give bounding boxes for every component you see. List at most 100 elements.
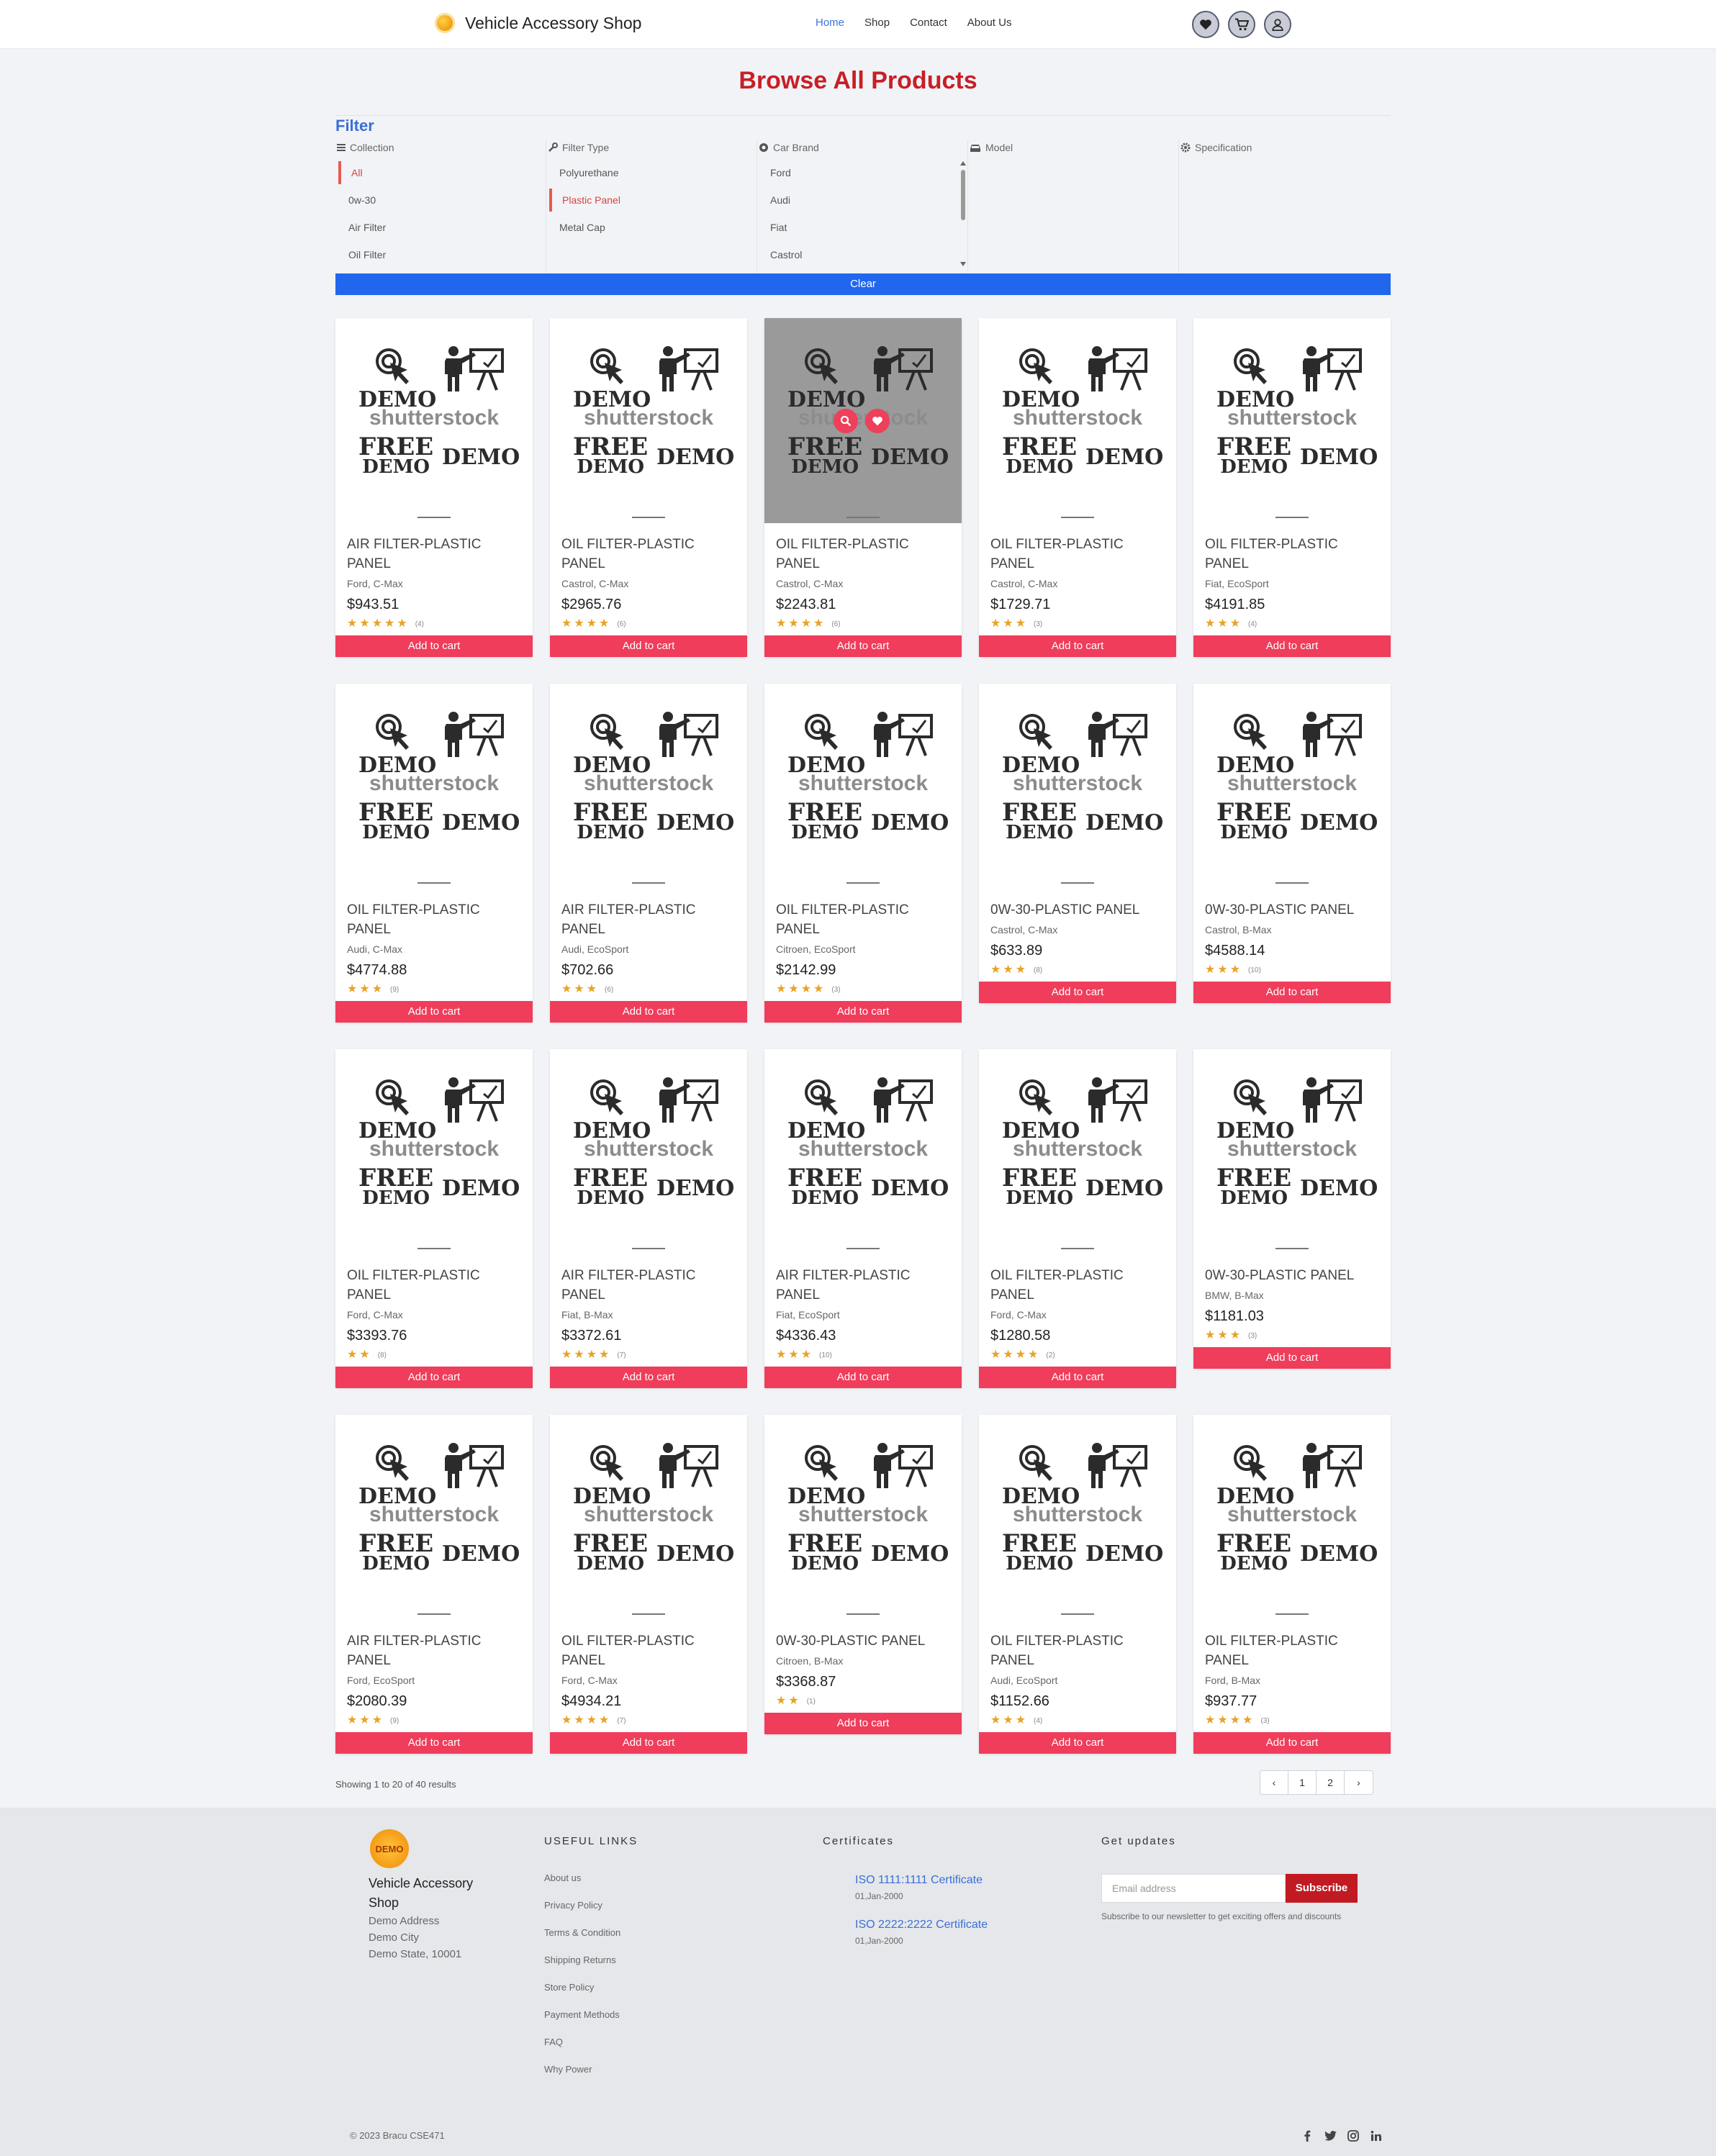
product-image[interactable]: DEMO shutterstock FREE DEMO DEMO xyxy=(335,1415,533,1620)
add-to-cart-button[interactable]: Add to cart xyxy=(1193,1347,1391,1369)
nav-home[interactable]: Home xyxy=(816,17,844,29)
product-image[interactable]: DEMO shutterstock FREE DEMO DEMO xyxy=(764,1049,962,1254)
twitter-icon[interactable] xyxy=(1323,2129,1337,2143)
add-to-cart-button[interactable]: Add to cart xyxy=(335,1001,533,1023)
footer-link-faq[interactable]: FAQ xyxy=(544,2037,620,2064)
add-to-cart-button[interactable]: Add to cart xyxy=(550,1367,747,1388)
product-name[interactable]: OIL FILTER-PLASTIC PANEL xyxy=(1205,535,1379,574)
cart-icon[interactable] xyxy=(1228,11,1255,38)
product-image[interactable]: DEMO shutterstock FREE DEMO DEMO xyxy=(764,1415,962,1620)
add-to-cart-button[interactable]: Add to cart xyxy=(979,982,1176,1003)
add-to-cart-button[interactable]: Add to cart xyxy=(1193,635,1391,657)
filter-option-ford[interactable]: Ford xyxy=(760,161,791,184)
linkedin-icon[interactable] xyxy=(1369,2129,1383,2143)
product-card[interactable]: DEMO shutterstock FREE DEMO DEMO AIR FILTER-P… xyxy=(764,1049,962,1388)
product-image[interactable]: DEMO shutterstock FREE DEMO DEMO xyxy=(335,318,533,523)
product-image[interactable]: DEMO shutterstock FREE DEMO DEMO xyxy=(979,684,1176,889)
add-to-cart-button[interactable]: Add to cart xyxy=(335,635,533,657)
product-name[interactable]: 0W-30-PLASTIC PANEL xyxy=(1205,1266,1379,1285)
brand[interactable]: Vehicle Accessory Shop xyxy=(435,13,641,33)
filter-option-oil-filter[interactable]: Oil Filter xyxy=(338,243,386,266)
heart-icon[interactable] xyxy=(1192,11,1219,38)
product-name[interactable]: OIL FILTER-PLASTIC PANEL xyxy=(990,1631,1165,1670)
product-image[interactable]: DEMO shutterstock FREE DEMO DEMO xyxy=(1193,1049,1391,1254)
product-card[interactable]: DEMO shutterstock FREE DEMO DEMO OIL FILTER-P… xyxy=(335,1049,533,1388)
product-card[interactable]: DEMO shutterstock FREE DEMO DEMO OIL FILTER-P… xyxy=(335,684,533,1023)
add-to-cart-button[interactable]: Add to cart xyxy=(979,1732,1176,1754)
product-name[interactable]: OIL FILTER-PLASTIC PANEL xyxy=(561,1631,736,1670)
facebook-icon[interactable] xyxy=(1300,2129,1314,2143)
user-icon[interactable] xyxy=(1264,11,1291,38)
product-card[interactable]: DEMO shutterstock FREE DEMO DEMO 0W-30-PLASTI… xyxy=(1193,1049,1391,1369)
product-image[interactable]: DEMO shutterstock FREE DEMO DEMO xyxy=(1193,684,1391,889)
product-name[interactable]: AIR FILTER-PLASTIC PANEL xyxy=(561,900,736,939)
product-name[interactable]: 0W-30-PLASTIC PANEL xyxy=(1205,900,1379,920)
product-image[interactable]: DEMO shutterstock FREE DEMO DEMO xyxy=(550,684,747,889)
filter-option-fiat[interactable]: Fiat xyxy=(760,216,787,239)
product-image[interactable]: DEMO shutterstock FREE DEMO DEMO xyxy=(1193,318,1391,523)
product-image[interactable]: DEMO shutterstock FREE DEMO DEMO xyxy=(1193,1415,1391,1620)
pagination-page-1[interactable]: 1 xyxy=(1288,1771,1317,1794)
product-card[interactable]: DEMO shutterstock FREE DEMO DEMO 0W-30-PLASTI… xyxy=(979,684,1176,1003)
product-card[interactable]: DEMO shutterstock FREE DEMO DEMO AIR FILTER-P… xyxy=(335,318,533,657)
add-to-cart-button[interactable]: Add to cart xyxy=(1193,982,1391,1003)
add-to-cart-button[interactable]: Add to cart xyxy=(764,1367,962,1388)
product-card[interactable]: DEMO shutterstock FREE DEMO DEMO 0W-30-PLASTI… xyxy=(764,1415,962,1734)
product-image[interactable]: DEMO shutterstock FREE DEMO DEMO xyxy=(550,318,747,523)
product-image[interactable]: DEMO shutterstock FREE DEMO DEMO xyxy=(335,684,533,889)
footer-link-store-policy[interactable]: Store Policy xyxy=(544,1982,620,2009)
email-input[interactable]: Email address xyxy=(1101,1874,1286,1903)
filter-option-0w-30[interactable]: 0w-30 xyxy=(338,189,376,212)
clear-filter-button[interactable]: Clear xyxy=(335,273,1391,295)
product-image[interactable]: DEMO shutterstock FREE DEMO DEMO xyxy=(335,1049,533,1254)
add-to-cart-button[interactable]: Add to cart xyxy=(979,635,1176,657)
product-image[interactable]: DEMO shutterstock FREE DEMO DEMO xyxy=(979,318,1176,523)
scroll-thumb[interactable] xyxy=(961,170,965,220)
instagram-icon[interactable] xyxy=(1346,2129,1360,2143)
pagination-page-2[interactable]: 2 xyxy=(1317,1771,1345,1794)
product-card[interactable]: DEMO shutterstock FREE DEMO DEMO OIL FILTER-P… xyxy=(550,318,747,657)
add-to-cart-button[interactable]: Add to cart xyxy=(550,1732,747,1754)
product-card[interactable]: DEMO shutterstock FREE DEMO DEMO OIL FILTER-P… xyxy=(1193,1415,1391,1754)
add-to-cart-button[interactable]: Add to cart xyxy=(335,1732,533,1754)
certificate-link[interactable]: ISO 2222:2222 Certificate xyxy=(855,1919,988,1931)
filter-option-all[interactable]: All xyxy=(338,161,363,184)
product-card[interactable]: DEMO shutterstock FREE DEMO DEMO AIR FILTER-P… xyxy=(550,1049,747,1388)
product-card[interactable]: DEMO shutterstock FREE DEMO DEMO OIL FILTER-P… xyxy=(1193,318,1391,657)
product-card[interactable]: DEMO shutterstock FREE DEMO DEMO OIL FILTER-P… xyxy=(979,1415,1176,1754)
filter-option-polyurethane[interactable]: Polyurethane xyxy=(549,161,619,184)
product-card[interactable]: DEMO shutterstock FREE DEMO DEMO AIR FILTER-P… xyxy=(550,684,747,1023)
add-to-cart-button[interactable]: Add to cart xyxy=(764,635,962,657)
product-name[interactable]: AIR FILTER-PLASTIC PANEL xyxy=(561,1266,736,1305)
product-image[interactable]: DEMO shutterstock FREE DEMO DEMO xyxy=(979,1049,1176,1254)
pagination-next[interactable]: › xyxy=(1345,1771,1373,1794)
product-name[interactable]: OIL FILTER-PLASTIC PANEL xyxy=(347,1266,521,1305)
product-name[interactable]: OIL FILTER-PLASTIC PANEL xyxy=(347,900,521,939)
product-card[interactable]: DEMO shutterstock FREE DEMO DEMO OIL FILTER-P… xyxy=(764,684,962,1023)
footer-link-payment[interactable]: Payment Methods xyxy=(544,2009,620,2037)
product-name[interactable]: AIR FILTER-PLASTIC PANEL xyxy=(347,535,521,574)
product-image[interactable]: DEMO shutterstock FREE DEMO DEMO xyxy=(764,318,962,523)
certificate-link[interactable]: ISO 1111:1111 Certificate xyxy=(855,1874,983,1887)
filter-option-metal-cap[interactable]: Metal Cap xyxy=(549,216,605,239)
product-name[interactable]: 0W-30-PLASTIC PANEL xyxy=(776,1631,950,1651)
product-name[interactable]: OIL FILTER-PLASTIC PANEL xyxy=(776,535,950,574)
search-icon[interactable] xyxy=(834,409,858,433)
product-card[interactable]: DEMO shutterstock FREE DEMO DEMO 0W-30-PLASTI… xyxy=(1193,684,1391,1003)
nav-shop[interactable]: Shop xyxy=(864,17,890,29)
add-to-cart-button[interactable]: Add to cart xyxy=(979,1367,1176,1388)
product-image[interactable]: DEMO shutterstock FREE DEMO DEMO xyxy=(550,1415,747,1620)
product-image[interactable]: DEMO shutterstock FREE DEMO DEMO xyxy=(550,1049,747,1254)
product-name[interactable]: OIL FILTER-PLASTIC PANEL xyxy=(990,1266,1165,1305)
add-to-cart-button[interactable]: Add to cart xyxy=(550,1001,747,1023)
filter-option-air-filter[interactable]: Air Filter xyxy=(338,216,386,239)
filter-option-audi[interactable]: Audi xyxy=(760,189,790,212)
product-name[interactable]: OIL FILTER-PLASTIC PANEL xyxy=(1205,1631,1379,1670)
product-card[interactable]: DEMO shutterstock FREE DEMO DEMO OIL FILTER-P… xyxy=(979,1049,1176,1388)
nav-about[interactable]: About Us xyxy=(967,17,1012,29)
product-card[interactable]: DEMO shutterstock FREE DEMO DEMO OIL FILTER-P… xyxy=(979,318,1176,657)
product-name[interactable]: OIL FILTER-PLASTIC PANEL xyxy=(990,535,1165,574)
product-name[interactable]: AIR FILTER-PLASTIC PANEL xyxy=(776,1266,950,1305)
product-image[interactable]: DEMO shutterstock FREE DEMO DEMO xyxy=(764,684,962,889)
product-name[interactable]: OIL FILTER-PLASTIC PANEL xyxy=(561,535,736,574)
